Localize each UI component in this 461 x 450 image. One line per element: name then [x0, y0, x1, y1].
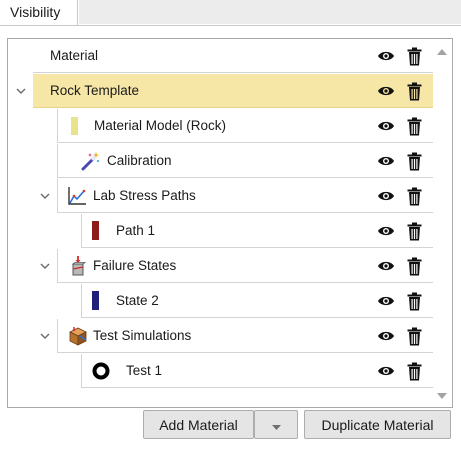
tree-row-material-model[interactable]: Material Model (Rock) — [57, 109, 435, 143]
tab-strip: Visibility — [0, 0, 461, 26]
eye-icon[interactable] — [376, 151, 396, 171]
test-simulation-icon — [68, 326, 88, 346]
trash-icon[interactable] — [404, 186, 424, 206]
trash-icon[interactable] — [404, 361, 424, 381]
tab-visibility[interactable]: Visibility — [0, 0, 78, 25]
duplicate-material-button[interactable]: Duplicate Material — [304, 410, 451, 439]
tree-row-label: Material — [50, 48, 99, 63]
tree-row-label: Path 1 — [116, 223, 156, 238]
trash-icon[interactable] — [404, 151, 424, 171]
eye-icon[interactable] — [376, 361, 396, 381]
color-swatch — [64, 116, 84, 136]
eye-icon[interactable] — [376, 116, 396, 136]
dropdown-arrow-icon — [271, 417, 281, 433]
stress-path-chart-icon — [67, 186, 87, 206]
trash-icon[interactable] — [404, 326, 424, 346]
eye-icon[interactable] — [376, 256, 396, 276]
tree-row-rock-template[interactable]: Rock Template — [33, 74, 435, 108]
trash-icon[interactable] — [404, 46, 424, 66]
tree-row-calibration[interactable]: Calibration — [57, 144, 435, 178]
material-tree-panel: Material Rock Template Material Model (R… — [7, 38, 453, 408]
eye-icon[interactable] — [376, 186, 396, 206]
chevron-down-icon[interactable] — [37, 249, 53, 283]
trash-icon[interactable] — [404, 221, 424, 241]
chevron-down-icon[interactable] — [37, 179, 53, 213]
trash-icon[interactable] — [404, 116, 424, 136]
add-material-dropdown-button[interactable] — [254, 410, 298, 439]
tree-row-label: Test 1 — [126, 363, 163, 378]
tab-strip-background — [79, 0, 461, 24]
vertical-scrollbar[interactable] — [433, 39, 452, 407]
scroll-up-arrow-icon[interactable] — [437, 43, 447, 58]
chevron-down-icon[interactable] — [13, 74, 29, 108]
magic-wand-icon — [80, 151, 100, 171]
failure-state-icon — [68, 255, 88, 276]
eye-icon[interactable] — [376, 326, 396, 346]
chevron-down-icon[interactable] — [37, 319, 53, 353]
eye-icon[interactable] — [376, 291, 396, 311]
ring-marker-icon — [91, 361, 111, 381]
eye-icon[interactable] — [376, 221, 396, 241]
tree-row-label: Failure States — [93, 258, 177, 273]
eye-icon[interactable] — [376, 46, 396, 66]
tree-row-label: Test Simulations — [93, 328, 192, 343]
eye-icon[interactable] — [376, 81, 396, 101]
tree-row-label: Rock Template — [50, 83, 140, 98]
tree-row-label: Calibration — [107, 153, 172, 168]
tree-row-state-2[interactable]: State 2 — [81, 284, 435, 318]
tree-row-label: State 2 — [116, 293, 159, 308]
trash-icon[interactable] — [404, 81, 424, 101]
tree-row-test-simulations[interactable]: Test Simulations — [57, 319, 435, 353]
color-swatch — [85, 291, 105, 311]
tree-row-test-1[interactable]: Test 1 — [81, 354, 435, 388]
add-material-button[interactable]: Add Material — [143, 410, 254, 439]
tree-row-path-1[interactable]: Path 1 — [81, 214, 435, 248]
scroll-down-arrow-icon[interactable] — [437, 388, 447, 403]
tree-row-material[interactable]: Material — [33, 39, 435, 73]
tree-row-label: Lab Stress Paths — [93, 188, 196, 203]
tree-row-lab-stress-paths[interactable]: Lab Stress Paths — [57, 179, 435, 213]
color-swatch — [85, 221, 105, 241]
trash-icon[interactable] — [404, 291, 424, 311]
tree-row-failure-states[interactable]: Failure States — [57, 249, 435, 283]
tree-row-label: Material Model (Rock) — [94, 118, 227, 133]
trash-icon[interactable] — [404, 256, 424, 276]
